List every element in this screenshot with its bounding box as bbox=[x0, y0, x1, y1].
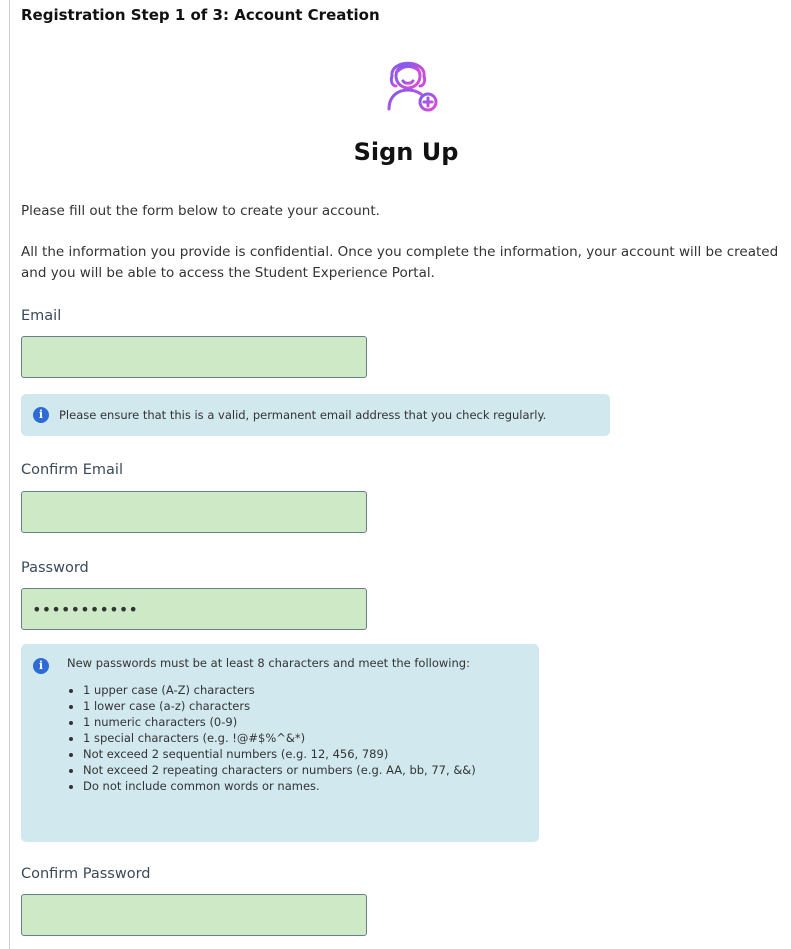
step-title: Registration Step 1 of 3: Account Creati… bbox=[21, 6, 380, 24]
email-label: Email bbox=[21, 308, 62, 324]
email-info-box: i Please ensure that this is a valid, pe… bbox=[21, 394, 610, 436]
info-icon: i bbox=[33, 658, 49, 674]
password-label: Password bbox=[21, 560, 89, 576]
user-add-icon bbox=[387, 61, 438, 112]
email-field[interactable] bbox=[21, 336, 367, 378]
info-icon: i bbox=[33, 407, 49, 423]
confirm-password-field[interactable] bbox=[21, 894, 367, 936]
password-rules-box: i New passwords must be at least 8 chara… bbox=[21, 644, 539, 842]
left-border bbox=[9, 0, 10, 949]
confirm-password-label: Confirm Password bbox=[21, 866, 151, 882]
intro-text: Please fill out the form below to create… bbox=[21, 203, 380, 219]
password-rule: 1 lower case (a-z) characters bbox=[83, 698, 476, 714]
confirm-email-field[interactable] bbox=[21, 491, 367, 533]
password-rule: Not exceed 2 repeating characters or num… bbox=[83, 762, 476, 778]
email-info-text: Please ensure that this is a valid, perm… bbox=[59, 408, 547, 422]
password-rule: 1 upper case (A-Z) characters bbox=[83, 682, 476, 698]
password-rule: 1 numeric characters (0-9) bbox=[83, 714, 476, 730]
confirm-email-label: Confirm Email bbox=[21, 462, 123, 478]
password-rules-lead: New passwords must be at least 8 charact… bbox=[67, 656, 470, 670]
confidential-text: All the information you provide is confi… bbox=[21, 244, 779, 281]
page-title: Sign Up bbox=[353, 138, 459, 166]
password-rule: Not exceed 2 sequential numbers (e.g. 12… bbox=[83, 746, 476, 762]
password-rules-list: 1 upper case (A-Z) characters 1 lower ca… bbox=[67, 682, 476, 794]
password-rule: 1 special characters (e.g. !@#$%^&*) bbox=[83, 730, 476, 746]
password-rule: Do not include common words or names. bbox=[83, 778, 476, 794]
password-field[interactable] bbox=[21, 588, 367, 630]
